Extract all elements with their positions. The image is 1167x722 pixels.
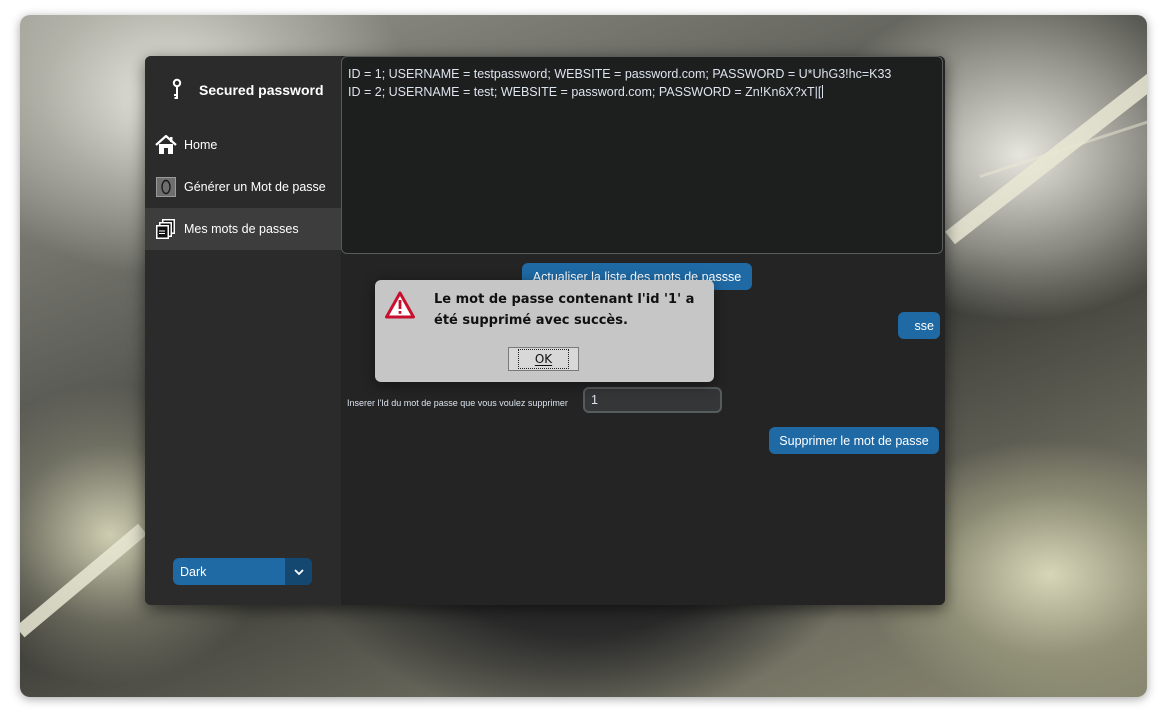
wallpaper-stripe [20,523,148,638]
passwords-textbox[interactable]: ID = 1; USERNAME = testpassword; WEBSITE… [341,56,943,254]
key-icon [172,78,182,99]
documents-icon [155,218,177,240]
home-icon [155,134,177,156]
app-logo [165,78,189,102]
delete-id-input[interactable]: 1 [583,387,722,413]
ok-button-label: OK [517,349,570,369]
hidden-action-button[interactable]: sse [898,312,940,339]
password-entry-line: ID = 2; USERNAME = test; WEBSITE = passw… [348,85,824,99]
app-title: Secured password [199,82,324,98]
dialog-message: Le mot de passe contenant l'id '1' a été… [434,292,695,328]
sidebar-item-passwords[interactable]: Mes mots de passes [145,208,341,250]
generate-icon [155,176,177,198]
delete-id-value: 1 [591,393,598,407]
success-dialog: Le mot de passe contenant l'id '1' a été… [375,280,714,382]
theme-value: Dark [180,564,207,579]
delete-id-label: Inserer l'Id du mot de passe que vous vo… [347,398,568,408]
warning-icon [385,291,415,319]
chevron-down-icon[interactable] [285,558,312,585]
sidebar-item-label: Home [184,138,218,152]
sidebar-item-generate[interactable]: Générer un Mot de passe [145,166,341,208]
text-caret [822,85,824,98]
wallpaper-stripe [979,116,1147,178]
password-entry-line: ID = 1; USERNAME = testpassword; WEBSITE… [348,67,892,81]
sidebar-item-label: Mes mots de passes [184,222,299,236]
wallpaper-stripe [945,71,1147,245]
sidebar-item-home[interactable]: Home [145,124,341,166]
theme-dropdown[interactable]: Dark [173,558,312,585]
hidden-button-label: sse [914,318,934,333]
sidebar-item-label: Générer un Mot de passe [184,180,326,194]
delete-password-button[interactable]: Supprimer le mot de passe [769,427,939,454]
sidebar: Secured password Home Générer un Mot de … [145,56,341,605]
ok-button[interactable]: OK [508,347,579,371]
